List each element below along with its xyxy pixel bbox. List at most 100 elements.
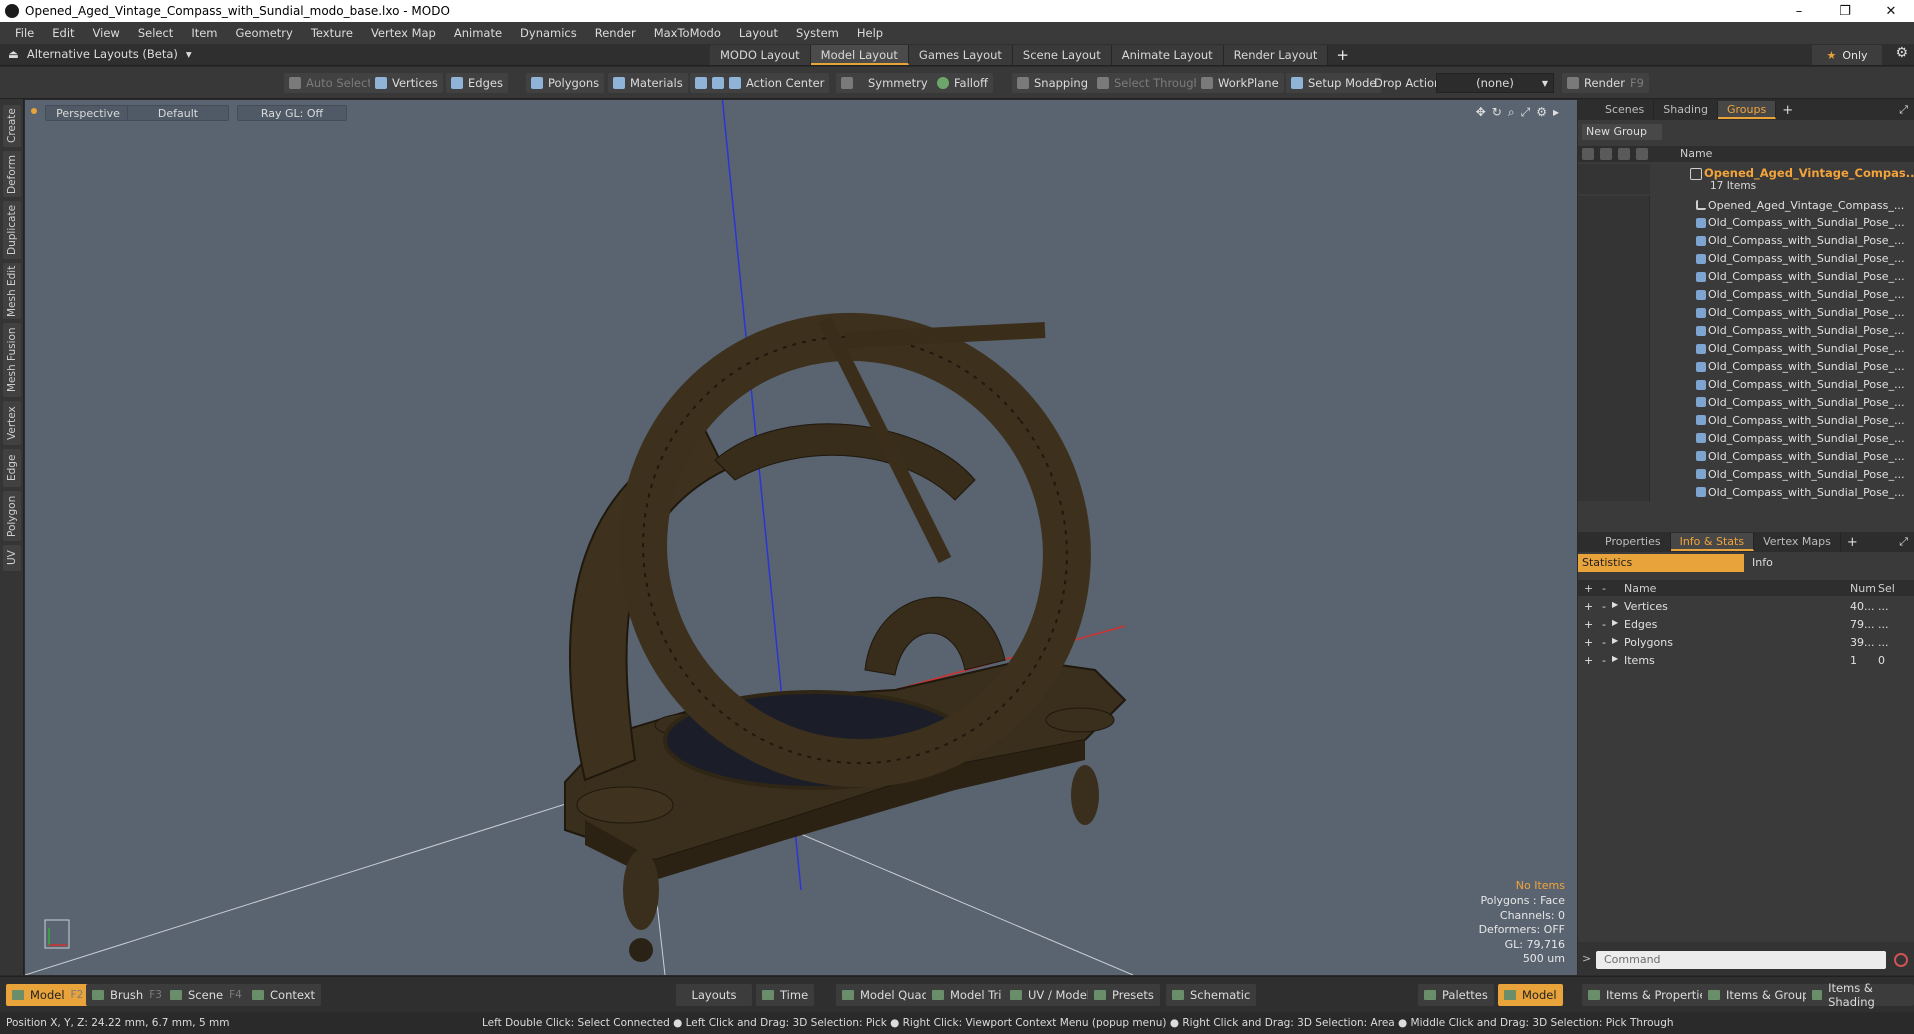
chevron-right-icon[interactable]: ▶ [1612, 636, 1618, 645]
group-item-row[interactable]: Old_Compass_with_Sundial_Pose_... [1578, 213, 1914, 232]
scene-mode-button[interactable]: Scene F4 [164, 984, 248, 1006]
menu-view[interactable]: View [84, 26, 129, 40]
group-item-row[interactable]: Old_Compass_with_Sundial_Pose_... [1578, 357, 1914, 376]
tab-info-stats[interactable]: Info & Stats [1670, 533, 1755, 551]
minimize-button[interactable]: – [1776, 0, 1822, 22]
tab-model-layout[interactable]: Model Layout [810, 45, 909, 65]
polygons-button[interactable]: Polygons [526, 73, 605, 93]
group-row[interactable]: Opened_Aged_Vintage_Compas... 17 Items [1578, 164, 1914, 194]
snapping-button[interactable]: Snapping [1012, 73, 1094, 93]
expand-panel-icon[interactable]: ⤢ [1899, 535, 1908, 549]
alternative-layouts-dropdown[interactable]: ⏏ Alternative Layouts (Beta) ▾ [8, 47, 192, 61]
group-item-row[interactable]: Old_Compass_with_Sundial_Pose_... [1578, 465, 1914, 484]
view-perspective-button[interactable]: Perspective [45, 105, 131, 121]
group-item-row[interactable]: Old_Compass_with_Sundial_Pose_... [1578, 321, 1914, 340]
stats-row[interactable]: + - ▶ Polygons 39...... [1578, 634, 1914, 652]
tab-mesh-fusion[interactable]: Mesh Fusion [3, 323, 21, 397]
stats-row[interactable]: + - ▶ Items 1 0 [1578, 652, 1914, 670]
raygl-button[interactable]: Ray GL: Off [237, 105, 347, 121]
chevron-right-icon[interactable]: ▶ [1612, 600, 1618, 609]
items-groups-button[interactable]: Items & Groups [1702, 984, 1822, 1006]
expand-row-icon[interactable]: + [1584, 618, 1593, 631]
auto-select-button[interactable]: Auto Select [284, 73, 377, 93]
items-shading-button[interactable]: Items & Shading [1806, 981, 1914, 1009]
group-item-row[interactable]: Old_Compass_with_Sundial_Pose_... [1578, 375, 1914, 394]
workplane-button[interactable]: WorkPlane [1196, 73, 1284, 93]
menu-edit[interactable]: Edit [43, 26, 83, 40]
add-tab-icon[interactable]: + [1841, 535, 1864, 550]
context-button[interactable]: Context [246, 984, 322, 1006]
add-layout-tab-button[interactable]: + [1328, 45, 1357, 65]
tab-vertex-maps[interactable]: Vertex Maps [1754, 533, 1841, 551]
viewport-settings-icon[interactable]: ⚙ [1536, 105, 1547, 120]
tab-render-layout[interactable]: Render Layout [1223, 45, 1329, 65]
expand-row-icon[interactable]: + [1584, 654, 1593, 667]
group-item-row[interactable]: Old_Compass_with_Sundial_Pose_... [1578, 285, 1914, 304]
new-group-button[interactable]: New Group [1582, 124, 1662, 140]
model-right-button[interactable]: Model [1498, 984, 1563, 1006]
model-tri-button[interactable]: Model Tri [926, 984, 1008, 1006]
group-item-row[interactable]: Old_Compass_with_Sundial_Pose_... [1578, 447, 1914, 466]
select-column-icon[interactable] [1636, 148, 1648, 160]
panel-menu-icon[interactable] [1578, 101, 1596, 119]
tab-polygon[interactable]: Polygon [3, 491, 21, 541]
only-toggle[interactable]: ★ Only [1812, 45, 1882, 65]
tab-info[interactable]: Info [1744, 554, 1910, 572]
schematic-button[interactable]: Schematic [1166, 984, 1257, 1006]
group-item-row[interactable]: Old_Compass_with_Sundial_Pose_... [1578, 393, 1914, 412]
tab-groups[interactable]: Groups [1717, 101, 1777, 119]
zoom-icon[interactable]: ⌕ [1508, 105, 1515, 120]
tab-shading[interactable]: Shading [1654, 101, 1718, 119]
materials-button[interactable]: Materials [608, 73, 688, 93]
select-through-button[interactable]: Select Through [1092, 73, 1206, 93]
menu-file[interactable]: File [6, 26, 43, 40]
group-item-row[interactable]: Old_Compass_with_Sundial_Pose_... [1578, 267, 1914, 286]
group-item-row[interactable]: Old_Compass_with_Sundial_Pose_... [1578, 411, 1914, 430]
model-mode-button[interactable]: Model F2 [6, 984, 90, 1006]
presets-button[interactable]: Presets [1088, 984, 1160, 1006]
tab-vertex[interactable]: Vertex [3, 401, 21, 445]
drop-action-select[interactable]: (none) ▼ [1436, 73, 1554, 93]
collapse-row-icon[interactable]: - [1602, 636, 1606, 649]
add-tab-icon[interactable]: + [1776, 103, 1799, 118]
restore-button[interactable]: ❐ [1822, 0, 1868, 22]
gear-icon[interactable]: ⚙ [1895, 45, 1908, 61]
menu-maxtomodo[interactable]: MaxToModo [645, 26, 730, 40]
tab-uv[interactable]: UV [3, 545, 21, 571]
eye-icon[interactable] [1582, 148, 1594, 160]
expand-all-icon[interactable]: + [1584, 582, 1593, 595]
vertices-button[interactable]: Vertices [370, 73, 443, 93]
group-item-row[interactable]: Old_Compass_with_Sundial_Pose_... [1578, 339, 1914, 358]
play-icon[interactable]: ▸ [1553, 105, 1559, 120]
render-column-icon[interactable] [1600, 148, 1612, 160]
menu-texture[interactable]: Texture [302, 26, 362, 40]
command-input[interactable]: Command [1596, 951, 1886, 969]
render-button[interactable]: Render F9 [1562, 73, 1649, 93]
group-item-row[interactable]: Old_Compass_with_Sundial_Pose_... [1578, 249, 1914, 268]
3d-viewport[interactable]: Perspective Default Ray GL: Off ✥ ↻ ⌕ ⤢ … [25, 100, 1577, 975]
menu-help[interactable]: Help [848, 26, 892, 40]
collapse-row-icon[interactable]: - [1602, 618, 1606, 631]
menu-system[interactable]: System [787, 26, 848, 40]
menu-render[interactable]: Render [586, 26, 645, 40]
collapse-row-icon[interactable]: - [1602, 654, 1606, 667]
tab-deform[interactable]: Deform [3, 151, 21, 197]
group-item-row[interactable]: Old_Compass_with_Sundial_Pose_... [1578, 429, 1914, 448]
tab-duplicate[interactable]: Duplicate [3, 201, 21, 259]
tab-properties[interactable]: Properties [1596, 533, 1671, 551]
fit-icon[interactable]: ⤢ [1521, 105, 1531, 120]
symmetry-button[interactable]: Symmetry [836, 73, 933, 93]
group-item-row[interactable]: Opened_Aged_Vintage_Compass_... [1578, 196, 1914, 214]
edges-button[interactable]: Edges [446, 73, 508, 93]
lock-column-icon[interactable] [1618, 148, 1630, 160]
palettes-button[interactable]: Palettes [1418, 984, 1494, 1006]
tab-mesh-edit[interactable]: Mesh Edit [3, 263, 21, 319]
menu-animate[interactable]: Animate [445, 26, 511, 40]
action-center-button[interactable]: Action Center [690, 73, 830, 93]
model-quad-button[interactable]: Model Quad [836, 984, 935, 1006]
tab-scenes[interactable]: Scenes [1596, 101, 1655, 119]
tab-animate-layout[interactable]: Animate Layout [1111, 45, 1224, 65]
time-button[interactable]: Time [756, 984, 815, 1006]
uv-model-button[interactable]: UV / Model [1004, 984, 1096, 1006]
close-button[interactable]: ✕ [1868, 0, 1914, 22]
